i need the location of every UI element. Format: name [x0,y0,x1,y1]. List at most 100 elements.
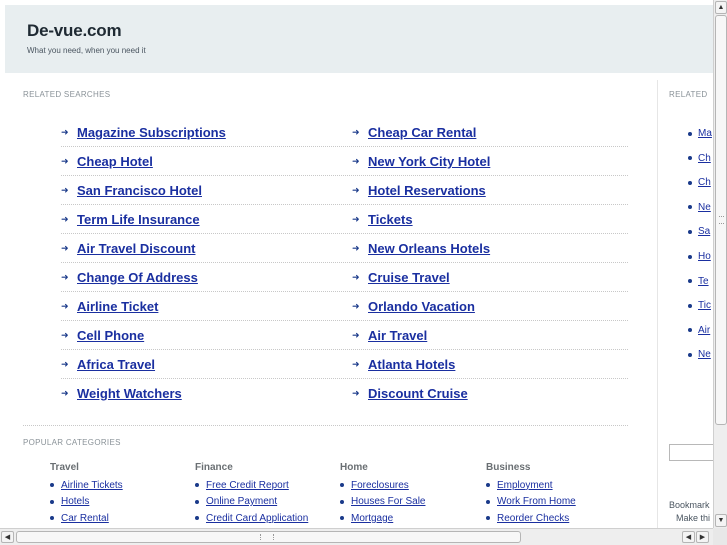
related-search-link[interactable]: Cheap Car Rental [368,125,476,140]
related-search-link[interactable]: Tickets [368,212,413,227]
related-search-link[interactable]: New Orleans Hotels [368,241,490,256]
related-search-link[interactable]: Hotel Reservations [368,183,486,198]
related-search-item[interactable]: ➜ Cheap Car Rental [352,125,476,140]
related-search-link[interactable]: Air Travel [368,328,427,343]
category-link[interactable]: Foreclosures [351,480,409,491]
related-search-item[interactable]: ➜ Term Life Insurance [61,212,200,227]
sidebar-search-input[interactable] [669,444,713,461]
sidebar-related-link[interactable]: Ne [698,202,711,213]
related-search-link[interactable]: Cheap Hotel [77,154,153,169]
related-search-link[interactable]: Magazine Subscriptions [77,125,226,140]
category-item[interactable]: Mortgage [340,510,480,527]
related-search-link[interactable]: Airline Ticket [77,299,158,314]
sidebar-related-link[interactable]: Ch [698,177,711,188]
sidebar-related-link[interactable]: Ma [698,128,712,139]
related-search-item[interactable]: ➜ Discount Cruise [352,386,468,401]
sidebar-related-item[interactable]: Te [688,276,709,287]
related-search-item[interactable]: ➜ Tickets [352,212,413,227]
sidebar-related-item[interactable]: Ne [688,202,711,213]
sidebar-related-link[interactable]: Ne [698,349,711,360]
category-link[interactable]: Work From Home [497,496,576,507]
sidebar-related-item[interactable]: Ne [688,349,711,360]
category-link[interactable]: Hotels [61,496,89,507]
sidebar-related-item[interactable]: Ho [688,251,711,262]
related-search-link[interactable]: San Francisco Hotel [77,183,202,198]
related-search-item[interactable]: ➜ Change Of Address [61,270,198,285]
related-search-item[interactable]: ➜ Cell Phone [61,328,144,343]
related-search-item[interactable]: ➜ Orlando Vacation [352,299,475,314]
category-travel: Travel Airline Tickets Hotels Car Rental [50,462,190,527]
sidebar-related-link[interactable]: Ho [698,251,711,262]
related-search-item[interactable]: ➜ Air Travel Discount [61,241,195,256]
related-search-link[interactable]: Weight Watchers [77,386,182,401]
category-item[interactable]: Credit Card Application [195,510,335,527]
sidebar-related-link[interactable]: Sa [698,226,710,237]
related-search-link[interactable]: Cell Phone [77,328,144,343]
scroll-left-button[interactable]: ◀ [1,531,14,543]
related-search-item[interactable]: ➜ Atlanta Hotels [352,357,455,372]
category-item[interactable]: Free Credit Report [195,477,335,494]
related-search-link[interactable]: Atlanta Hotels [368,357,455,372]
category-link[interactable]: Employment [497,480,553,491]
related-search-item[interactable]: ➜ New York City Hotel [352,154,490,169]
category-item[interactable]: Airline Tickets [50,477,190,494]
sidebar-related-link[interactable]: Te [698,276,709,287]
related-search-link[interactable]: Term Life Insurance [77,212,200,227]
category-link[interactable]: Credit Card Application [206,513,308,524]
sidebar-related-item[interactable]: Tic [688,300,711,311]
category-link[interactable]: Free Credit Report [206,480,289,491]
category-item[interactable]: Work From Home [486,494,626,511]
related-search-item[interactable]: ➜ Africa Travel [61,357,155,372]
category-link[interactable]: Mortgage [351,513,393,524]
sidebar-related-link[interactable]: Tic [698,300,711,311]
site-title[interactable]: De-vue.com [27,21,122,41]
sidebar-related-link[interactable]: Air [698,325,710,336]
related-search-item[interactable]: ➜ Magazine Subscriptions [61,125,226,140]
category-item[interactable]: Employment [486,477,626,494]
category-item[interactable]: Online Payment [195,494,335,511]
scroll-left-button-end[interactable]: ◀ [682,531,695,543]
related-search-item[interactable]: ➜ San Francisco Hotel [61,183,202,198]
category-item[interactable]: Houses For Sale [340,494,480,511]
vertical-scroll-thumb[interactable] [715,15,727,425]
related-search-link[interactable]: Discount Cruise [368,386,468,401]
bookmark-text[interactable]: Bookmark [669,500,710,510]
sidebar-related-item[interactable]: Sa [688,226,710,237]
scroll-down-button[interactable]: ▼ [715,514,727,527]
arrow-right-icon: ➜ [61,388,69,398]
horizontal-scrollbar[interactable]: ◀ ◀ ▶ [0,528,713,545]
sidebar-related-link[interactable]: Ch [698,153,711,164]
related-search-item[interactable]: ➜ Cheap Hotel [61,154,153,169]
sidebar-related-item[interactable]: Air [688,325,710,336]
sidebar-related-item[interactable]: Ch [688,177,711,188]
scroll-up-button[interactable]: ▲ [715,1,727,14]
vertical-scrollbar[interactable]: ▲ ▼ [713,0,727,528]
category-link[interactable]: Car Rental [61,513,109,524]
scroll-right-button[interactable]: ▶ [696,531,709,543]
related-search-link[interactable]: Change Of Address [77,270,198,285]
sidebar-related-item[interactable]: Ma [688,128,712,139]
related-search-item[interactable]: ➜ New Orleans Hotels [352,241,490,256]
related-search-item[interactable]: ➜ Hotel Reservations [352,183,486,198]
make-homepage-text[interactable]: Make thi [676,513,710,523]
arrow-right-icon: ➜ [352,359,360,369]
related-search-item[interactable]: ➜ Cruise Travel [352,270,450,285]
related-search-item[interactable]: ➜ Air Travel [352,328,427,343]
category-item[interactable]: Hotels [50,494,190,511]
related-search-link[interactable]: New York City Hotel [368,154,490,169]
category-link[interactable]: Online Payment [206,496,277,507]
category-link[interactable]: Houses For Sale [351,496,425,507]
related-search-link[interactable]: Africa Travel [77,357,155,372]
related-search-item[interactable]: ➜ Airline Ticket [61,299,158,314]
related-search-link[interactable]: Cruise Travel [368,270,450,285]
category-item[interactable]: Car Rental [50,510,190,527]
category-item[interactable]: Foreclosures [340,477,480,494]
category-item[interactable]: Reorder Checks [486,510,626,527]
horizontal-scroll-thumb[interactable] [16,531,521,543]
related-search-link[interactable]: Air Travel Discount [77,241,195,256]
related-search-link[interactable]: Orlando Vacation [368,299,475,314]
category-link[interactable]: Airline Tickets [61,480,123,491]
related-search-item[interactable]: ➜ Weight Watchers [61,386,182,401]
category-link[interactable]: Reorder Checks [497,513,569,524]
sidebar-related-item[interactable]: Ch [688,153,711,164]
